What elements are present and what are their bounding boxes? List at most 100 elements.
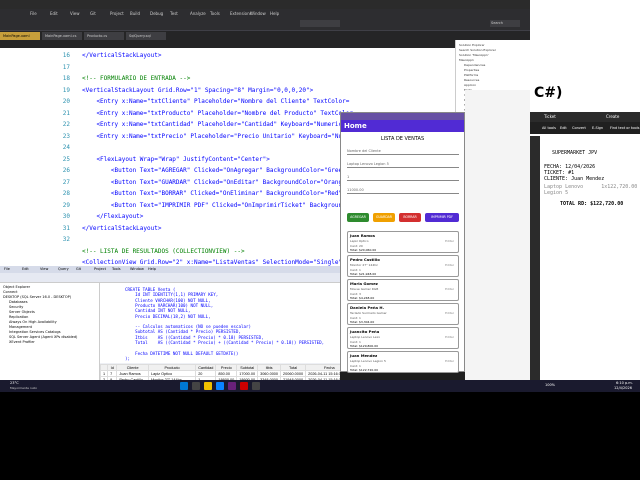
convert-tool[interactable]: Convert <box>572 126 586 130</box>
edge-icon[interactable] <box>216 382 224 390</box>
vs-tab[interactable]: MainPage.xaml.cs <box>42 32 82 40</box>
vs-menu-item[interactable]: Window <box>250 11 266 16</box>
line-number: 30 <box>62 213 70 220</box>
sale-card[interactable]: Maria Gomez Mouse Gamer RGB Cant: 3 Total: … <box>347 279 459 301</box>
vs-menu-item[interactable]: Tools <box>210 11 220 16</box>
object-explorer-item[interactable]: Management <box>9 325 32 329</box>
edit-link[interactable]: Editar <box>445 239 454 243</box>
sale-card[interactable]: Juancito Peña Laptop Lenovo Lexx Cant: 1 To… <box>347 327 459 349</box>
ssms-menu-item[interactable]: File <box>4 267 10 271</box>
solution-item[interactable]: Resources <box>464 78 479 82</box>
solution-item: Search Solution Explorer <box>459 48 496 52</box>
borrar-button[interactable]: BORRAR <box>399 213 421 222</box>
code-line: <Entry x:Name="txtCantidad" Placeholder=… <box>82 121 346 128</box>
object-explorer-item[interactable]: Always On High Availability <box>9 320 57 324</box>
vs-tab[interactable]: SqlQuery.sql <box>126 32 166 40</box>
object-explorer-item[interactable]: Databases <box>9 300 28 304</box>
ssms-icon[interactable] <box>252 382 260 390</box>
precio-field[interactable]: 11000.00 <box>347 185 459 194</box>
solution-item[interactable]: Platforms <box>464 73 478 77</box>
solution-item[interactable]: Dependencies <box>464 63 485 67</box>
line-number: 27 <box>62 178 70 186</box>
ssms-menu-item[interactable]: Query <box>58 267 69 271</box>
vs-menu-item[interactable]: Help <box>270 11 279 16</box>
vs-tab[interactable]: Producto.cs <box>84 32 124 40</box>
vs-menu-item[interactable]: File <box>30 11 37 16</box>
sale-card[interactable]: Pedro Castillo Monitor 27" 144hz Cant: 1 To… <box>347 255 459 277</box>
object-explorer-item[interactable]: Replication <box>9 315 28 319</box>
guardar-button[interactable]: GUARDAR <box>373 213 395 222</box>
ssms-menu-item[interactable]: Git <box>76 267 81 271</box>
vs-menu-item[interactable]: Debug <box>150 11 163 16</box>
query-editor[interactable]: CREATE TABLE Venta ( Id INT IDENTITY(1,1… <box>100 283 340 363</box>
create-button[interactable]: Create <box>606 114 619 119</box>
search-box[interactable]: Search <box>490 20 520 27</box>
ssms-menu-item[interactable]: Window <box>130 267 144 271</box>
sale-product: Monitor 27" 144hz <box>350 263 378 267</box>
vs-title-bar <box>0 0 530 9</box>
find-tool[interactable]: Find text or tools <box>610 126 639 130</box>
solution-item[interactable]: AppIcon <box>464 83 476 87</box>
sale-card[interactable]: Daniela Peña H. Teclado Surmado Gamer Cant… <box>347 303 459 325</box>
vs-menu-item[interactable]: Project <box>110 11 124 16</box>
line-number: 28 <box>62 190 70 197</box>
solution-item[interactable]: MauiApp1 <box>459 58 474 62</box>
edit-link[interactable]: Editar <box>445 335 454 339</box>
esign-tool[interactable]: E-Sign <box>592 126 603 130</box>
vs-menu-item[interactable]: Analyze <box>190 11 206 16</box>
ssms-menu-item[interactable]: Project <box>94 267 106 271</box>
edit-link[interactable]: Editar <box>445 311 454 315</box>
ssms-menu-item[interactable]: View <box>40 267 48 271</box>
search-icon[interactable] <box>192 382 200 390</box>
code-line: <!-- LISTA DE RESULTADOS (COLLECTIONVIEW… <box>82 247 245 255</box>
vs-tab[interactable]: MainPage.xaml <box>0 32 40 40</box>
object-explorer-item[interactable]: Security <box>9 305 23 309</box>
code-line: <Entry x:Name="txtCliente" Placeholder="… <box>82 98 350 105</box>
cliente-field[interactable]: Nombre del Cliente <box>347 146 459 155</box>
weather-desc: Mayormente nubl. <box>10 386 38 390</box>
edit-link[interactable]: Editar <box>445 287 454 291</box>
object-explorer-item[interactable]: XEvent Profiler <box>9 340 35 344</box>
visual-studio-icon[interactable] <box>228 382 236 390</box>
solution-item[interactable]: Solution 'MauiApp1' <box>459 53 489 57</box>
object-explorer-item[interactable]: SQL Server Agent (Agent XPs disabled) <box>9 335 77 339</box>
sale-card[interactable]: Juan Mendez Laptop Lenovo Legion 5 Cant: 1… <box>347 351 459 373</box>
object-explorer-item[interactable]: Server Objects <box>9 310 35 314</box>
solution-item[interactable]: Properties <box>464 68 479 72</box>
ssms-menu-item[interactable]: Edit <box>22 267 29 271</box>
all-tools[interactable]: All tools <box>542 126 556 130</box>
run-button[interactable] <box>300 20 340 27</box>
edit-tool[interactable]: Edit <box>560 126 567 130</box>
edit-link[interactable]: Editar <box>445 359 454 363</box>
vs-menu-item[interactable]: Extensions <box>230 11 252 16</box>
object-explorer-item[interactable]: DESKTOP (SQL Server 16.0 - DESKTOP) <box>3 295 71 299</box>
desktop-screen: File Edit View Git Project Build Debug Test Anal… <box>0 0 640 392</box>
line-number: 17 <box>62 63 70 71</box>
vs-menu-item[interactable]: Git <box>90 11 96 16</box>
sale-card[interactable]: Juan Ramos Lapiz Optico Cant: 20 Total: $20… <box>347 231 459 253</box>
vs-menu-item[interactable]: Build <box>130 11 140 16</box>
output-panel <box>465 90 530 392</box>
line-number: 29 <box>62 201 70 209</box>
producto-field[interactable]: Laptop Lenovo Legion 5 <box>347 159 459 168</box>
vs-menu-item[interactable]: Test <box>170 11 178 16</box>
pdf-tab[interactable]: Ticket <box>544 114 556 119</box>
query-line: Producto VARCHAR(100) NOT NULL, <box>125 302 214 308</box>
imprimir-pdf-button[interactable]: IMPRIMIR PDF <box>425 213 459 222</box>
pdf-reader-icon[interactable] <box>240 382 248 390</box>
code-line: <Entry x:Name="txtProducto" Placeholder=… <box>82 109 357 117</box>
start-icon[interactable] <box>180 382 188 390</box>
object-explorer-item[interactable]: Integration Services Catalogs <box>9 330 61 334</box>
agregar-button[interactable]: AGREGAR <box>347 213 369 222</box>
ssms-menu-item[interactable]: Tools <box>112 267 121 271</box>
vs-menu-item[interactable]: View <box>70 11 80 16</box>
edit-link[interactable]: Editar <box>445 263 454 267</box>
vs-menu-item[interactable]: Edit <box>50 11 58 16</box>
code-line: <Entry x:Name="txtPrecio" Placeholder="P… <box>82 132 353 140</box>
sale-total: Total: $3,304.00 <box>350 320 375 324</box>
object-explorer-item[interactable]: Connect <box>3 290 17 294</box>
explorer-icon[interactable] <box>204 382 212 390</box>
sale-client-name: Daniela Peña H. <box>350 305 385 310</box>
ssms-menu-item[interactable]: Help <box>148 267 156 271</box>
cantidad-field[interactable]: 1 <box>347 172 459 181</box>
